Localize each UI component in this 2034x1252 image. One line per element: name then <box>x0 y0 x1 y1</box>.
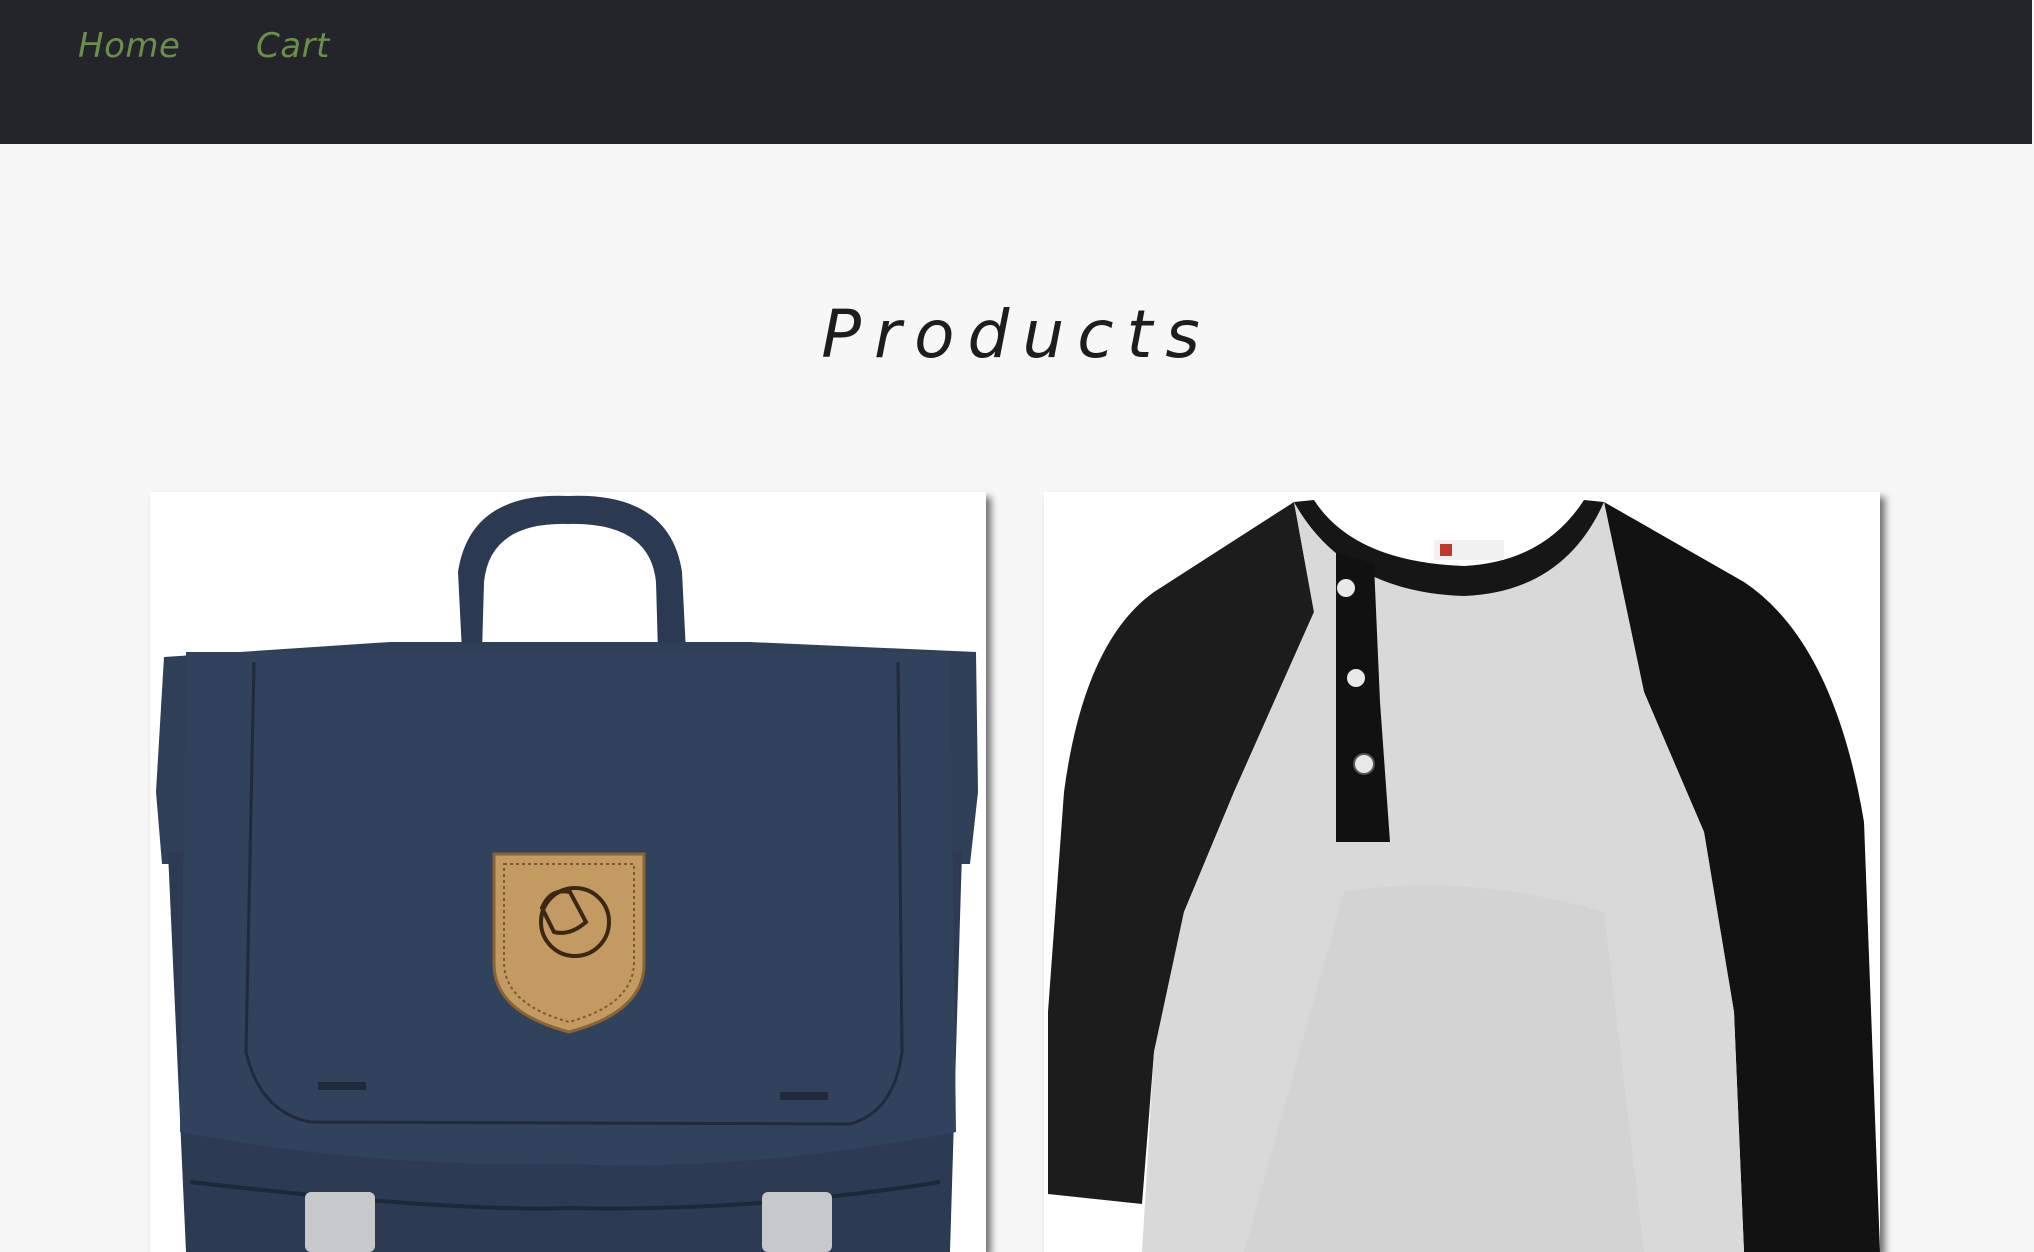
page-title: Products <box>821 296 1213 373</box>
product-card[interactable] <box>150 492 986 1252</box>
nav-link-cart[interactable]: Cart <box>256 26 330 66</box>
product-card[interactable] <box>1044 492 1880 1252</box>
product-image-backpack <box>150 492 986 1252</box>
top-navbar: Home Cart <box>0 0 2032 144</box>
product-image-shirt <box>1044 492 1880 1252</box>
nav-link-home[interactable]: Home <box>78 26 180 66</box>
